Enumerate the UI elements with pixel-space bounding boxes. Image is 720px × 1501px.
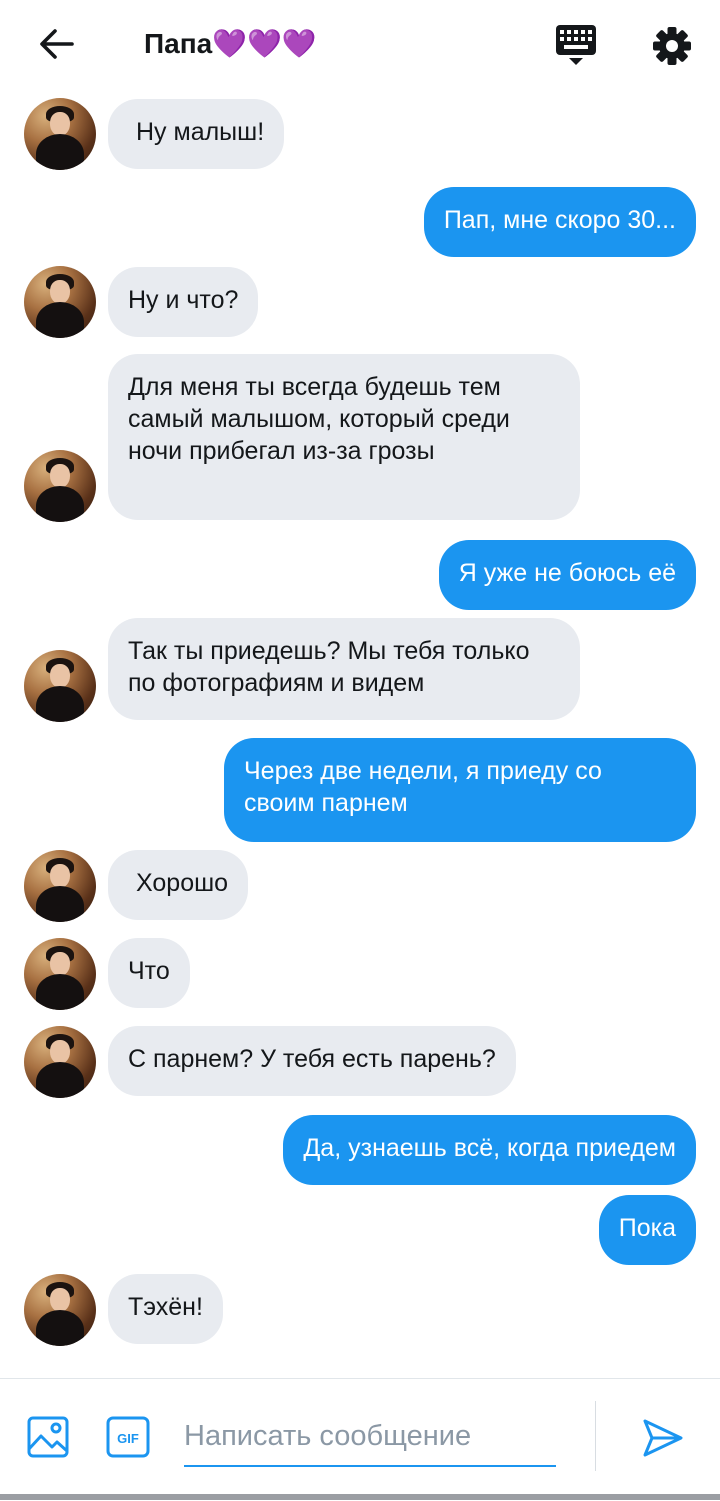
outgoing-message: Да, узнаешь всё, когда приедем [283, 1115, 696, 1185]
gear-icon [653, 27, 691, 65]
avatar[interactable] [24, 1026, 96, 1098]
incoming-message: Ну и что? [108, 267, 259, 337]
send-icon [643, 1419, 683, 1457]
message-list[interactable]: Ну малыш! Пап, мне скоро 30... Ну и что?… [0, 0, 720, 1378]
back-button[interactable] [28, 22, 84, 66]
avatar[interactable] [24, 450, 96, 522]
outgoing-message: Пока [598, 1195, 696, 1265]
arrow-left-icon [40, 29, 74, 59]
attach-image-button[interactable] [26, 1415, 70, 1459]
navigation-bar [0, 1494, 720, 1500]
gif-button[interactable]: GIF [106, 1416, 150, 1458]
avatar[interactable] [24, 938, 96, 1010]
avatar[interactable] [24, 650, 96, 722]
keyboard-button[interactable] [548, 20, 604, 70]
avatar[interactable] [24, 98, 96, 170]
message-input-wrapper [184, 1409, 556, 1467]
keyboard-icon [556, 25, 596, 65]
incoming-message: Для меня ты всегда будешь тем самый малы… [108, 354, 580, 520]
page-title: Папа💜💜💜 [144, 28, 317, 59]
avatar[interactable] [24, 266, 96, 338]
avatar[interactable] [24, 850, 96, 922]
gif-icon: GIF [106, 1416, 150, 1458]
outgoing-message: Через две недели, я приеду со своим парн… [224, 738, 696, 842]
outgoing-message: Пап, мне скоро 30... [423, 187, 696, 257]
message-input[interactable] [184, 1409, 556, 1463]
incoming-message: Так ты приедешь? Мы тебя только по фотог… [108, 618, 580, 720]
image-icon [27, 1416, 69, 1458]
gif-label: GIF [117, 1431, 139, 1446]
incoming-message: Ну малыш! [108, 99, 285, 169]
outgoing-message: Я уже не боюсь её [438, 540, 696, 610]
incoming-message: С парнем? У тебя есть парень? [108, 1026, 516, 1096]
settings-button[interactable] [644, 18, 700, 74]
divider [595, 1401, 596, 1471]
incoming-message: Тэхён! [108, 1274, 223, 1344]
incoming-message: Что [108, 938, 190, 1008]
chat-header: Папа💜💜💜 [0, 0, 720, 90]
send-button[interactable] [640, 1415, 686, 1461]
composer-bar: GIF [0, 1378, 720, 1501]
avatar[interactable] [24, 1274, 96, 1346]
incoming-message: Хорошо [108, 850, 249, 920]
